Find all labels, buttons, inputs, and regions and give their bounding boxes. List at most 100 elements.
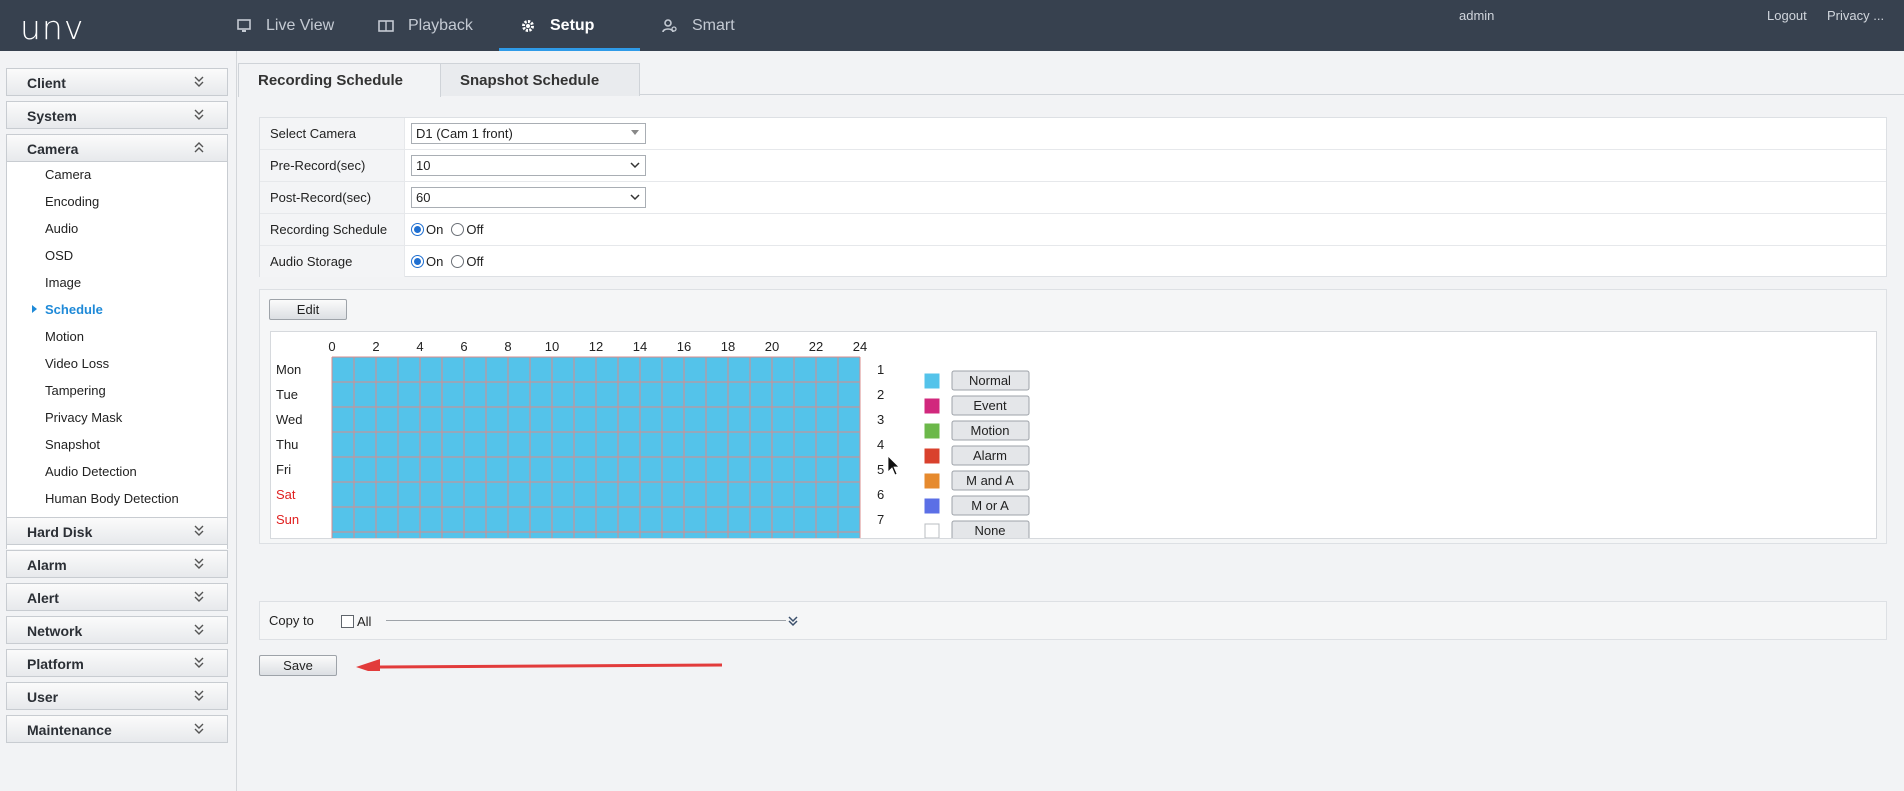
sidebar-group-label: Platform — [27, 656, 84, 672]
legend-button-label: Motion — [970, 423, 1009, 438]
audio-storage-radio-group: On Off — [411, 254, 491, 269]
post-record-select[interactable]: 60 — [411, 187, 646, 208]
double-chevron-down-icon — [194, 624, 204, 635]
gear-icon — [522, 19, 534, 32]
legend-button-label: Normal — [969, 373, 1011, 388]
sidebar-group-platform[interactable]: Platform — [6, 649, 228, 677]
sidebar-item-snapshot[interactable]: Snapshot — [45, 437, 100, 452]
pre-record-select[interactable]: 10 — [411, 155, 646, 176]
hour-tick-top: 20 — [765, 339, 779, 354]
copy-to-bar: Copy to All — [259, 601, 1887, 640]
monitor-icon — [237, 18, 251, 32]
annotation-arrow — [356, 659, 723, 671]
copy-divider — [386, 620, 786, 621]
sidebar-group-label: Alert — [27, 590, 59, 606]
sidebar-item-video-loss[interactable]: Video Loss — [45, 356, 109, 371]
nav-live-view[interactable]: Live View — [236, 0, 334, 51]
save-button[interactable]: Save — [259, 655, 337, 676]
audio-storage-label: Audio Storage — [260, 246, 405, 277]
select-camera-dropdown[interactable]: D1 (Cam 1 front) — [411, 123, 646, 144]
post-record-label: Post-Record(sec) — [260, 182, 405, 213]
chevron-down-icon — [631, 130, 639, 135]
day-label: Fri — [276, 462, 291, 477]
day-label: Sat — [276, 487, 296, 502]
recording-schedule-on-radio[interactable] — [411, 223, 424, 236]
audio-storage-off-radio[interactable] — [451, 255, 465, 268]
legend-button-label: M and A — [966, 473, 1014, 488]
sidebar-item-image[interactable]: Image — [45, 275, 81, 290]
sidebar-group-alert[interactable]: Alert — [6, 583, 228, 611]
recording-schedule-off-radio[interactable] — [451, 223, 465, 236]
legend-swatch — [924, 523, 940, 539]
post-record-row: Post-Record(sec) 60 — [260, 182, 1886, 214]
day-index: 3 — [877, 412, 884, 427]
recording-schedule-off-label: Off — [466, 222, 484, 237]
privacy-link[interactable]: Privacy ... — [1827, 8, 1884, 23]
sidebar-group-label: Hard Disk — [27, 524, 93, 540]
hour-tick-top: 18 — [721, 339, 735, 354]
copy-all-label: All — [357, 614, 372, 629]
legend-button-label: Event — [973, 398, 1007, 413]
sidebar-group-maintenance[interactable]: Maintenance — [6, 715, 228, 743]
recording-schedule-label: Recording Schedule — [260, 214, 405, 245]
hour-tick-top: 24 — [853, 339, 867, 354]
sidebar-group-label: System — [27, 108, 77, 124]
recording-schedule-radio-group: On Off — [411, 222, 491, 237]
double-chevron-down-icon — [194, 558, 204, 569]
legend-swatch — [924, 448, 940, 464]
copy-to-label: Copy to — [269, 613, 314, 628]
schedule-grid[interactable]: 0022446688101012121414161618182020222224… — [271, 332, 1876, 577]
day-label: Holiday — [276, 537, 320, 538]
schedule-section: Edit 00224466881010121214141616181820202… — [259, 289, 1887, 577]
sidebar-group-network[interactable]: Network — [6, 616, 228, 644]
tab-bar: Recording Schedule Snapshot Schedule — [238, 63, 1904, 97]
edit-button[interactable]: Edit — [269, 299, 347, 320]
audio-storage-on-radio[interactable] — [411, 255, 424, 268]
day-label: Wed — [276, 412, 303, 427]
hour-tick-top: 12 — [589, 339, 603, 354]
sidebar-group-client[interactable]: Client — [6, 68, 228, 96]
day-index: 5 — [877, 462, 884, 477]
nav-smart[interactable]: Smart — [662, 0, 735, 51]
sidebar-item-privacy-mask[interactable]: Privacy Mask — [45, 410, 122, 425]
sidebar-group-camera[interactable]: Camera — [6, 134, 228, 162]
tab-snapshot-schedule[interactable]: Snapshot Schedule — [440, 63, 640, 96]
day-index: 6 — [877, 487, 884, 502]
nav-playback[interactable]: Playback — [378, 0, 473, 51]
hour-tick-top: 2 — [372, 339, 379, 354]
sidebar-group-user[interactable]: User — [6, 682, 228, 710]
day-label: Tue — [276, 387, 298, 402]
logout-link[interactable]: Logout — [1767, 8, 1807, 23]
double-chevron-down-icon — [194, 657, 204, 668]
sidebar-group-alarm[interactable]: Alarm — [6, 550, 228, 578]
double-chevron-down-icon — [194, 690, 204, 701]
selected-arrow-icon — [32, 305, 37, 313]
day-index: 4 — [877, 437, 884, 452]
sidebar-item-camera[interactable]: Camera — [45, 167, 91, 182]
sidebar-group-label: Camera — [27, 141, 79, 157]
current-user[interactable]: admin — [1459, 8, 1494, 23]
nav-playback-label: Playback — [408, 16, 473, 34]
tab-recording-schedule[interactable]: Recording Schedule — [238, 63, 441, 97]
chevron-down-icon — [630, 194, 640, 201]
audio-storage-on-label: On — [426, 254, 444, 269]
double-chevron-down-icon[interactable] — [787, 614, 799, 628]
sidebar-item-schedule[interactable]: Schedule — [45, 302, 103, 317]
sidebar-item-motion[interactable]: Motion — [45, 329, 84, 344]
recording-schedule-on-label: On — [426, 222, 444, 237]
copy-all-checkbox[interactable] — [341, 615, 354, 628]
sidebar-item-encoding[interactable]: Encoding — [45, 194, 99, 209]
hour-tick-top: 8 — [504, 339, 511, 354]
double-chevron-down-icon — [194, 109, 204, 120]
sidebar-item-audio[interactable]: Audio — [45, 221, 78, 236]
select-camera-label: Select Camera — [260, 118, 405, 149]
nav-setup[interactable]: Setup — [520, 0, 594, 51]
sidebar-item-tampering[interactable]: Tampering — [45, 383, 106, 398]
pre-record-row: Pre-Record(sec) 10 — [260, 150, 1886, 182]
sidebar-item-osd[interactable]: OSD — [45, 248, 73, 263]
sidebar-group-system[interactable]: System — [6, 101, 228, 129]
sidebar-item-human-body-detection[interactable]: Human Body Detection — [45, 491, 179, 506]
legend-swatch — [924, 423, 940, 439]
sidebar-item-audio-detection[interactable]: Audio Detection — [45, 464, 137, 479]
sidebar-group-hard-disk[interactable]: Hard Disk — [6, 517, 228, 545]
